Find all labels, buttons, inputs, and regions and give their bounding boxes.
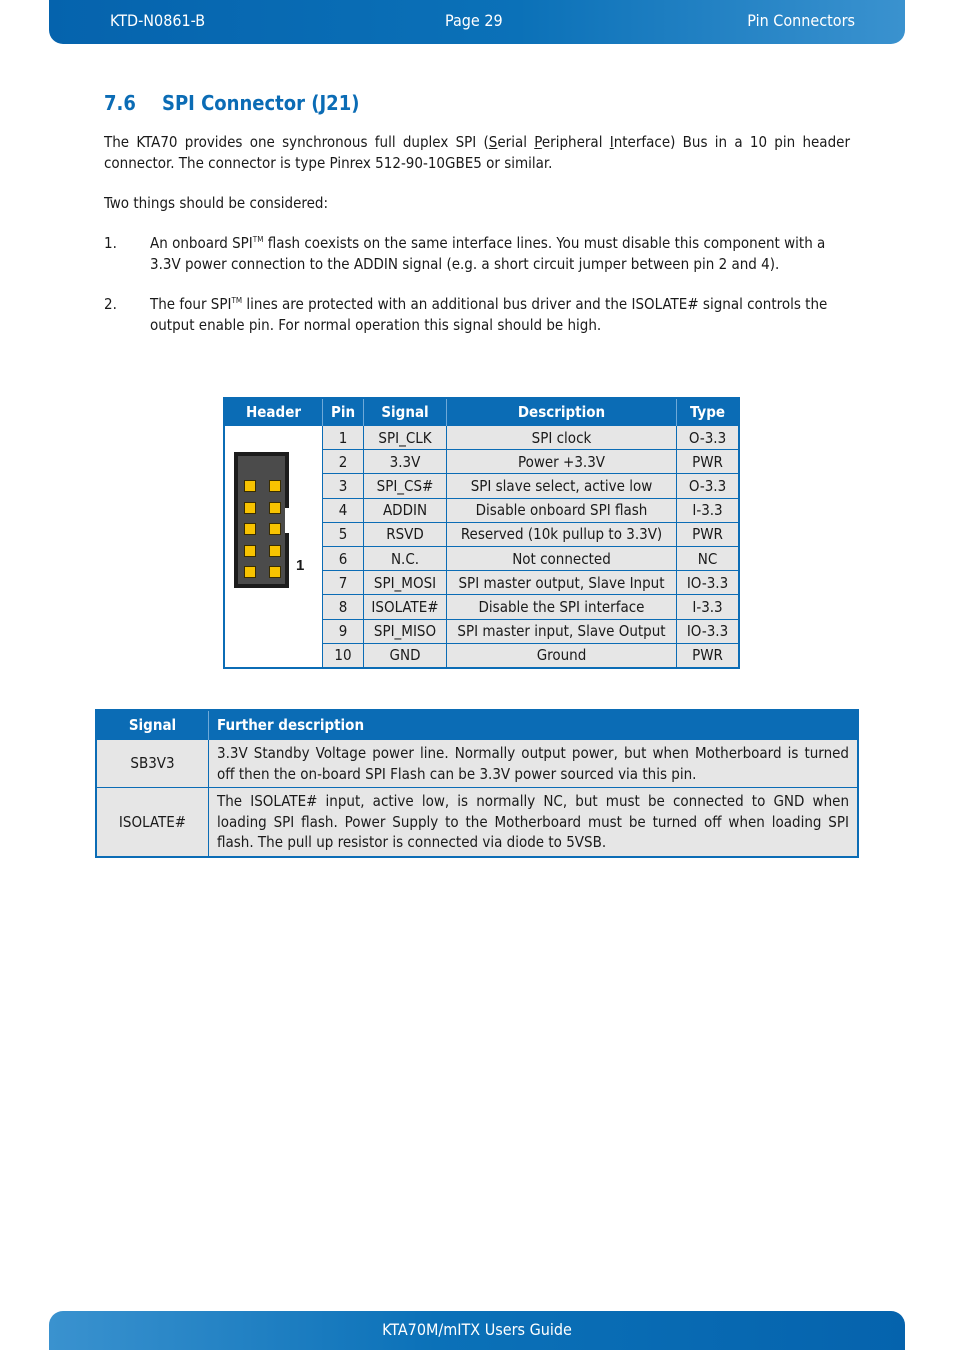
signal-description: Ground [446, 642, 677, 669]
signal-type: PWR [676, 521, 740, 547]
connector-pin [269, 566, 281, 578]
table-row: ISOLATE# The ISOLATE# input, active low,… [95, 787, 859, 857]
chapter-title: Pin Connectors [747, 11, 855, 30]
connector-pin [244, 523, 256, 535]
connector-pin [269, 501, 281, 514]
column-header: Signal [96, 710, 209, 740]
section-number: 7.6 [104, 91, 136, 115]
column-header: Signal [363, 398, 447, 426]
connector-pin [244, 566, 256, 578]
intro-paragraph: The KTA70 provides one synchronous full … [104, 133, 850, 172]
pin-number: 1 [322, 424, 364, 451]
connector-pin [269, 523, 281, 535]
signal-type: I-3.3 [676, 594, 740, 620]
signal-type: I-3.3 [676, 497, 740, 523]
connector-pin [269, 480, 281, 492]
signal-type: PWR [676, 449, 740, 475]
column-header: Description [446, 398, 677, 426]
table-header-row: Signal Further description [96, 710, 858, 740]
connector-key-notch [285, 508, 290, 533]
signal-description: Reserved (10k pullup to 3.3V) [446, 521, 677, 547]
signal-name: SB3V3 [95, 739, 209, 788]
signal-type: IO-3.3 [676, 570, 740, 596]
section-heading: 7.6 SPI Connector (J21) [104, 91, 359, 115]
page-number: Page 29 [445, 11, 503, 30]
signal-type: IO-3.3 [676, 618, 740, 644]
trademark-mark: TM [231, 296, 243, 305]
list-number: 1. [104, 234, 117, 252]
pin-assignment-table: Header Pin Signal Description Type 1 1 S… [223, 397, 740, 669]
signal-name: 3.3V [363, 449, 447, 475]
connector-pin [269, 544, 281, 557]
column-header: Header [224, 398, 323, 426]
pin-number: 4 [322, 497, 364, 523]
pin-number: 10 [322, 642, 364, 669]
signal-name: SPI_MOSI [363, 570, 447, 596]
signal-name: GND [363, 642, 447, 669]
trademark-mark: TM [252, 235, 264, 244]
connector-diagram-cell: 1 [223, 424, 323, 669]
signal-name: ISOLATE# [95, 787, 209, 857]
considerations-intro: Two things should be considered: [104, 194, 329, 212]
connector-pin [244, 501, 256, 514]
signal-name: SPI_CLK [363, 424, 447, 451]
pin-number: 7 [322, 570, 364, 596]
signal-description: Power +3.3V [446, 449, 677, 475]
signal-further-description: 3.3V Standby Voltage power line. Normall… [208, 739, 859, 788]
signal-name: RSVD [363, 521, 447, 547]
pin-number: 5 [322, 521, 364, 547]
signal-type: NC [676, 545, 740, 572]
list-text: The four SPITM lines are protected with … [150, 295, 828, 334]
page-footer: KTA70M/mITX Users Guide [49, 1311, 905, 1350]
signal-description: Not connected [446, 545, 677, 572]
connector-pin [244, 480, 256, 492]
signal-description: SPI clock [446, 424, 677, 451]
signal-further-description: The ISOLATE# input, active low, is norma… [208, 787, 859, 857]
document-title: KTA70M/mITX Users Guide [382, 1320, 572, 1339]
column-header: Pin [322, 398, 364, 426]
table-row: SB3V3 3.3V Standby Voltage power line. N… [95, 739, 859, 788]
list-text: An onboard SPITM flash coexists on the s… [150, 234, 826, 273]
signal-type: PWR [676, 642, 740, 669]
pin-number: 3 [322, 473, 364, 499]
page-header: KTD-N0861-B Page 29 Pin Connectors [49, 0, 905, 44]
signal-name: SPI_CS# [363, 473, 447, 499]
signal-name: N.C. [363, 545, 447, 572]
section-title: SPI Connector (J21) [162, 91, 360, 115]
signal-type: O-3.3 [676, 424, 740, 451]
pin1-label: 1 [296, 557, 305, 574]
signal-description: SPI slave select, active low [446, 473, 677, 499]
list-number: 2. [104, 295, 117, 313]
signal-description: Disable onboard SPI flash [446, 497, 677, 523]
signal-description-table: Signal Further description SB3V3 3.3V St… [95, 709, 859, 858]
column-header: Further description [208, 710, 858, 740]
connector-pin [244, 544, 256, 557]
signal-name: ADDIN [363, 497, 447, 523]
pin-number: 9 [322, 618, 364, 644]
document-id: KTD-N0861-B [110, 11, 206, 30]
signal-description: SPI master input, Slave Output [446, 618, 677, 644]
table-header-row: Header Pin Signal Description Type [224, 398, 739, 426]
signal-type: O-3.3 [676, 473, 740, 499]
pin-number: 8 [322, 594, 364, 620]
signal-name: SPI_MISO [363, 618, 447, 644]
signal-name: ISOLATE# [363, 594, 447, 620]
pin-number: 2 [322, 449, 364, 475]
signal-description: SPI master output, Slave Input [446, 570, 677, 596]
signal-description: Disable the SPI interface [446, 594, 677, 620]
table-row: 1 1 SPI_CLK SPI clock O-3.3 [223, 424, 740, 669]
connector-diagram [234, 452, 290, 588]
connector-housing [238, 456, 285, 584]
pin-number: 6 [322, 545, 364, 572]
column-header: Type [676, 398, 739, 426]
